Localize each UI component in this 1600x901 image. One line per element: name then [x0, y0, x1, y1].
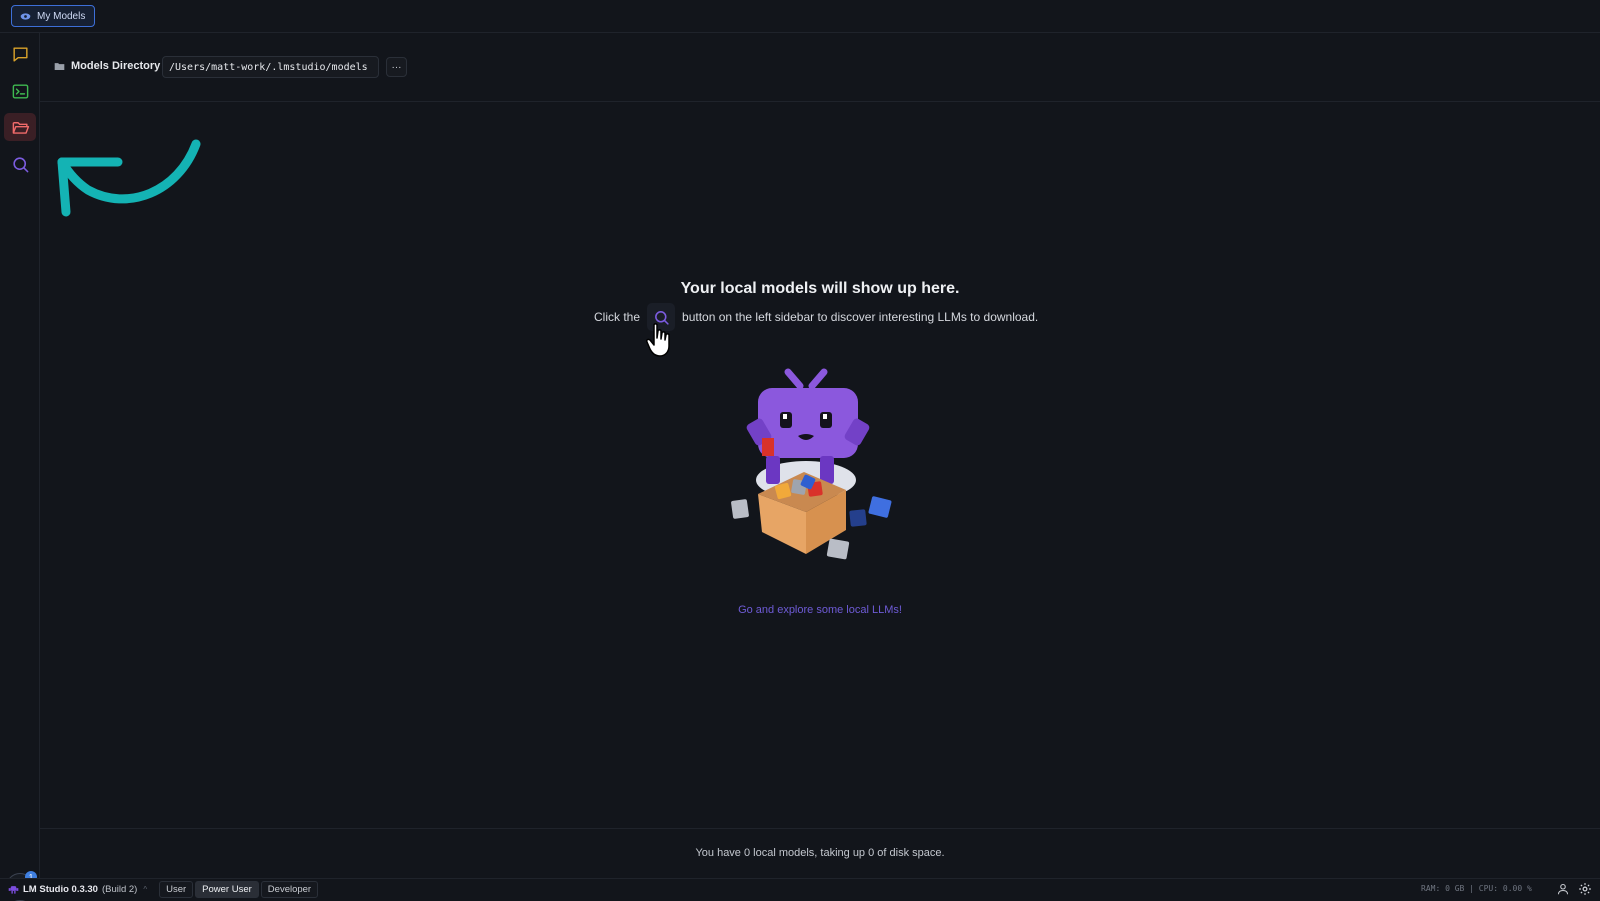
empty-state-title: Your local models will show up here. [680, 280, 960, 297]
sidebar-item-chat[interactable] [4, 40, 36, 68]
explore-llms-link[interactable]: Go and explore some local LLMs! [700, 604, 940, 616]
mode-power-user[interactable]: Power User [195, 881, 259, 898]
build-number: (Build 2) [101, 884, 138, 895]
mode-user[interactable]: User [159, 881, 194, 898]
desc-before-text: Click the [594, 310, 641, 324]
search-icon [12, 156, 28, 172]
models-directory-bar: Models Directory /Users/matt-work/.lmstu… [40, 33, 1600, 102]
hand-cursor-icon [646, 323, 670, 357]
eye-icon [20, 12, 31, 20]
mascot-illustration [731, 368, 892, 560]
app-name-text: LM Studio 0.3.30 [23, 884, 98, 895]
directory-more-button[interactable]: ··· [386, 57, 407, 77]
status-bar: LM Studio 0.3.30 (Build 2) ^ User Power … [0, 878, 1600, 900]
gear-icon[interactable] [1578, 882, 1592, 896]
user-icon[interactable] [1557, 883, 1569, 895]
top-bar: My Models [0, 0, 1600, 33]
disk-usage-info: You have 0 local models, taking up 0 of … [695, 847, 945, 859]
left-sidebar: 1 [0, 33, 40, 901]
models-directory-path[interactable]: /Users/matt-work/.lmstudio/models [162, 56, 379, 78]
models-directory-label: Models Directory [54, 60, 160, 72]
mode-switcher: User Power User Developer [159, 881, 319, 898]
terminal-icon [12, 83, 28, 99]
chevron-up-icon[interactable]: ^ [143, 885, 147, 894]
folder-icon [54, 62, 65, 70]
sidebar-item-my-models[interactable] [4, 113, 36, 141]
annotation-arrow [57, 139, 201, 217]
desc-after-text: button on the left sidebar to discover i… [682, 310, 1039, 324]
app-version[interactable]: LM Studio 0.3.30 [8, 884, 98, 895]
models-directory-text: Models Directory [71, 60, 161, 72]
sidebar-item-developer[interactable] [4, 77, 36, 105]
folder-open-icon [12, 121, 29, 134]
mode-developer[interactable]: Developer [260, 881, 319, 898]
lm-studio-logo-icon [8, 886, 19, 894]
chat-bubble-icon [12, 46, 28, 62]
footer-divider [40, 828, 1600, 829]
tab-label: My Models [37, 10, 86, 22]
system-stats: RAM: 0 GB | CPU: 0.00 % [1421, 884, 1532, 893]
tab-my-models[interactable]: My Models [11, 5, 96, 27]
sidebar-item-discover[interactable] [4, 150, 36, 178]
